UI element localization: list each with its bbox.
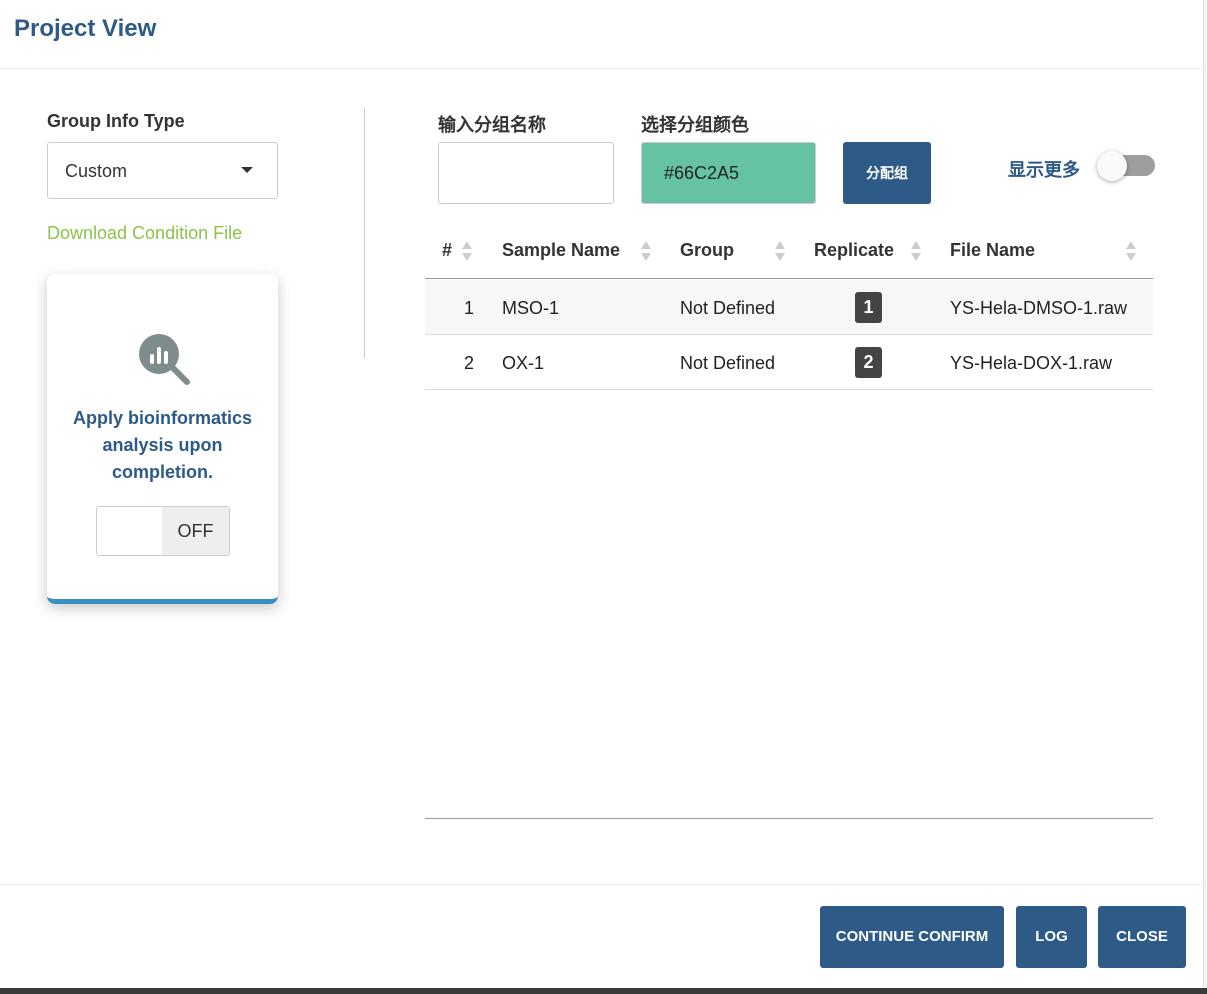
col-header-index[interactable]: # <box>442 240 452 261</box>
group-name-input[interactable] <box>438 142 614 204</box>
cell-file-name: YS-Hela-DOX-1.raw <box>950 353 1113 373</box>
table-row[interactable]: 1 MSO-1 Not Defined 1 YS-Hela-DMSO-1.raw <box>425 280 1153 335</box>
log-button[interactable]: LOG <box>1016 906 1087 968</box>
show-more-switch[interactable] <box>1097 151 1157 181</box>
sort-icon[interactable] <box>641 241 651 263</box>
bioinformatics-toggle[interactable]: OFF <box>96 506 230 556</box>
col-header-file-name[interactable]: File Name <box>950 240 1035 261</box>
table-bottom-border <box>425 818 1153 819</box>
group-info-type-value: Custom <box>65 161 128 181</box>
sort-icon[interactable] <box>775 241 785 263</box>
cell-file-name: YS-Hela-DMSO-1.raw <box>950 298 1128 318</box>
cell-group: Not Defined <box>680 298 776 318</box>
footer-divider <box>0 884 1204 885</box>
group-name-label: 输入分组名称 <box>438 115 546 135</box>
sort-icon[interactable] <box>911 241 921 263</box>
assign-group-button[interactable]: 分配组 <box>843 142 931 204</box>
table-header: # Sample Name Group Replicate File Name <box>425 225 1153 279</box>
show-more-label: 显示更多 <box>1008 160 1080 180</box>
page-title: Project View <box>14 15 157 42</box>
sort-icon[interactable] <box>1126 241 1136 263</box>
modal-header: Project View <box>0 0 1204 69</box>
col-header-group[interactable]: Group <box>680 240 734 261</box>
close-button[interactable]: CLOSE <box>1098 906 1186 968</box>
continue-confirm-button[interactable]: CONTINUE CONFIRM <box>820 906 1004 968</box>
group-info-type-label: Group Info Type <box>47 111 185 131</box>
cell-index: 2 <box>464 353 475 373</box>
download-condition-file-link[interactable]: Download Condition File <box>47 223 242 244</box>
group-color-value: #66C2A5 <box>664 163 740 183</box>
cell-group: Not Defined <box>680 353 776 373</box>
col-header-replicate[interactable]: Replicate <box>814 240 894 261</box>
col-header-sample-name[interactable]: Sample Name <box>502 240 620 261</box>
switch-knob <box>1097 151 1127 181</box>
caret-down-icon <box>241 167 253 173</box>
table-row[interactable]: 2 OX-1 Not Defined 2 YS-Hela-DOX-1.raw <box>425 335 1153 390</box>
group-color-input[interactable]: #66C2A5 <box>641 142 816 204</box>
sort-icon[interactable] <box>462 241 472 263</box>
bottom-bar <box>0 988 1207 994</box>
group-color-label: 选择分组颜色 <box>641 115 749 135</box>
column-divider <box>364 108 365 358</box>
group-info-type-select[interactable]: Custom <box>47 142 278 199</box>
replicate-badge: 2 <box>855 347 882 378</box>
bioinformatics-card: Apply bioinformatics analysis upon compl… <box>47 274 278 604</box>
cell-sample-name: OX-1 <box>502 353 545 373</box>
replicate-badge: 1 <box>855 292 882 323</box>
analytics-search-icon <box>139 334 190 385</box>
bioinformatics-text: Apply bioinformatics analysis upon compl… <box>72 408 252 482</box>
project-view-modal: Project View Group Info Type Custom Down… <box>0 0 1204 988</box>
toggle-off-label: OFF <box>162 507 229 555</box>
cell-sample-name: MSO-1 <box>502 298 560 318</box>
cell-index: 1 <box>464 298 475 318</box>
